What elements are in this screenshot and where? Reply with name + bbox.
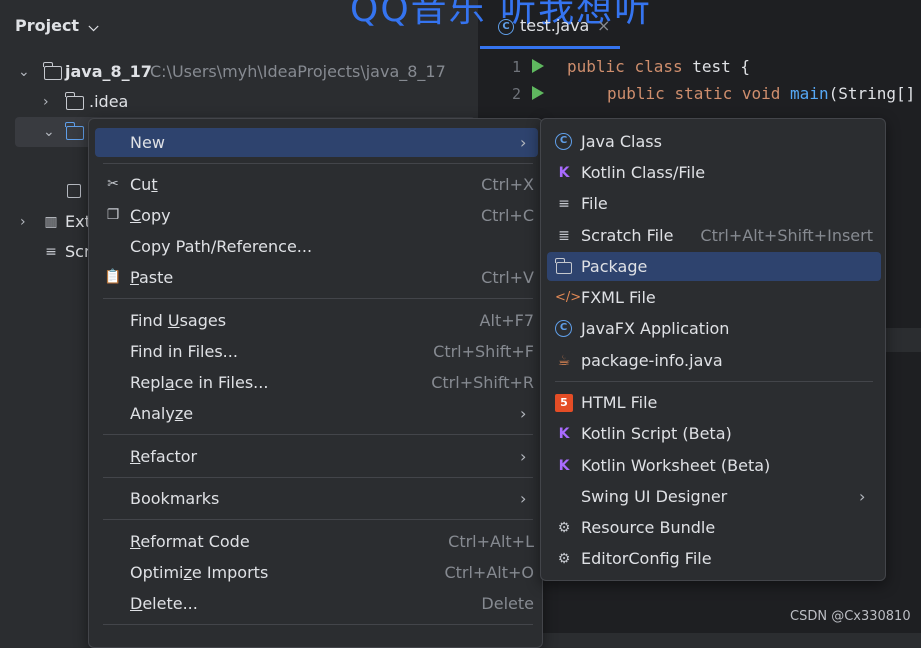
- menu-item-html-file[interactable]: 5 HTML File: [555, 388, 875, 417]
- gear-icon: ⚙: [557, 551, 571, 567]
- close-icon[interactable]: ×: [597, 16, 610, 35]
- gear-icon: ⚙: [557, 520, 571, 536]
- module-folder-icon: [43, 62, 62, 80]
- menu-item-kotlin-class[interactable]: K Kotlin Class/File: [555, 158, 875, 187]
- html5-icon: 5: [555, 394, 573, 412]
- run-icon[interactable]: [532, 59, 544, 73]
- menu-item-delete[interactable]: Delete... Delete: [104, 589, 534, 618]
- tree-item-label: Ext: [65, 212, 91, 231]
- kotlin-script-icon: K: [558, 426, 570, 442]
- file-icon[interactable]: [67, 184, 81, 198]
- source-folder-icon: [65, 122, 84, 140]
- menu-item-package-info[interactable]: ☕ package-info.java: [555, 346, 875, 375]
- menu-item-analyze[interactable]: Analyze ›: [104, 399, 534, 428]
- menu-item-copy-path[interactable]: Copy Path/Reference...: [104, 232, 534, 261]
- code-line-2: public static void main(String[]: [607, 84, 916, 103]
- separator: [103, 519, 533, 520]
- new-submenu: C Java Class K Kotlin Class/File ≡ File …: [540, 118, 886, 581]
- java-class-icon: C: [498, 19, 514, 35]
- context-menu: New › ✂ Cut Ctrl+X ❐ Copy Ctrl+C Copy Pa…: [88, 118, 543, 648]
- menu-item-package[interactable]: Package: [547, 252, 881, 281]
- menu-item-replace-in-files[interactable]: Replace in Files... Ctrl+Shift+R: [104, 368, 534, 397]
- menu-item-reformat-code[interactable]: Reformat Code Ctrl+Alt+L: [104, 527, 534, 556]
- text-file-icon: ≡: [558, 196, 570, 212]
- xml-icon: </>: [555, 290, 582, 305]
- menu-item-fxml-file[interactable]: </> FXML File: [555, 283, 875, 312]
- scissors-icon: ✂: [107, 176, 119, 192]
- menu-item-find-usages[interactable]: Find Usages Alt+F7: [104, 306, 534, 335]
- chevron-right-icon[interactable]: ›: [43, 88, 49, 116]
- project-title[interactable]: Project ⌵: [15, 16, 99, 35]
- copy-icon: ❐: [106, 207, 120, 223]
- scratches-icon: ≡: [45, 244, 57, 260]
- java-class-icon: C: [555, 133, 572, 150]
- chevron-right-icon: ›: [859, 487, 866, 506]
- tab-test-java[interactable]: C test.java ×: [480, 10, 620, 50]
- menu-item-scratch-file[interactable]: ≣ Scratch File Ctrl+Alt+Shift+Insert: [555, 221, 873, 250]
- root-name: java_8_17: [65, 62, 152, 81]
- menu-item-new[interactable]: New ›: [95, 128, 538, 157]
- clipboard-icon: 📋: [104, 269, 122, 285]
- menu-item-kotlin-script[interactable]: K Kotlin Script (Beta): [555, 419, 875, 448]
- chevron-right-icon: ›: [520, 447, 527, 466]
- menu-item-bookmarks[interactable]: Bookmarks ›: [104, 484, 534, 513]
- java-class-icon: C: [555, 320, 572, 337]
- chevron-down-icon[interactable]: ⌵: [89, 20, 99, 35]
- menu-item-javafx-application[interactable]: C JavaFX Application: [555, 314, 875, 343]
- tree-item-label: Scr: [65, 242, 91, 261]
- java-file-icon: ☕: [557, 353, 571, 369]
- root-path: C:\Users\myh\IdeaProjects\java_8_17: [150, 62, 446, 81]
- menu-item-cut[interactable]: ✂ Cut Ctrl+X: [104, 170, 534, 199]
- separator: [103, 477, 533, 478]
- kotlin-worksheet-icon: K: [558, 458, 570, 474]
- menu-item-editorconfig-file[interactable]: ⚙ EditorConfig File: [555, 544, 875, 573]
- menu-item-refactor[interactable]: Refactor ›: [104, 442, 534, 471]
- chevron-right-icon[interactable]: ›: [20, 208, 26, 236]
- separator: [555, 381, 873, 382]
- separator: [103, 434, 533, 435]
- menu-item-file[interactable]: ≡ File: [555, 189, 875, 218]
- menu-item-kotlin-worksheet[interactable]: K Kotlin Worksheet (Beta): [555, 451, 875, 480]
- run-icon[interactable]: [532, 86, 544, 100]
- library-icon: ▥: [44, 214, 58, 230]
- separator: [103, 298, 533, 299]
- menu-item-optimize-imports[interactable]: Optimize Imports Ctrl+Alt+O: [104, 558, 534, 587]
- tree-item-label: .idea: [89, 92, 129, 111]
- menu-item-resource-bundle[interactable]: ⚙ Resource Bundle: [555, 513, 875, 542]
- kotlin-icon: K: [558, 165, 570, 181]
- separator: [103, 163, 533, 164]
- chevron-right-icon: ›: [520, 404, 527, 423]
- scratch-file-icon: ≣: [558, 228, 570, 244]
- menu-item-find-in-files[interactable]: Find in Files... Ctrl+Shift+F: [104, 337, 534, 366]
- tab-label: test.java: [520, 16, 590, 35]
- menu-item-swing-ui-designer[interactable]: Swing UI Designer ›: [555, 482, 875, 511]
- menu-item-copy[interactable]: ❐ Copy Ctrl+C: [104, 201, 534, 230]
- line-number: 1: [512, 58, 522, 76]
- separator: [103, 624, 533, 625]
- package-icon: [555, 258, 572, 274]
- chevron-down-icon[interactable]: ⌄: [18, 58, 30, 86]
- chevron-down-icon[interactable]: ⌄: [43, 118, 55, 146]
- watermark: CSDN @Cx330810: [790, 609, 911, 624]
- chevron-right-icon: ›: [520, 489, 527, 508]
- chevron-right-icon: ›: [520, 133, 527, 152]
- folder-icon: [65, 92, 84, 110]
- line-number: 2: [512, 85, 522, 103]
- tab-underline: [480, 46, 620, 49]
- code-line-1: public class test {: [567, 57, 751, 76]
- menu-item-java-class[interactable]: C Java Class: [555, 127, 875, 156]
- caret-line-highlight: [885, 328, 921, 352]
- menu-item-paste[interactable]: 📋 Paste Ctrl+V: [104, 263, 534, 292]
